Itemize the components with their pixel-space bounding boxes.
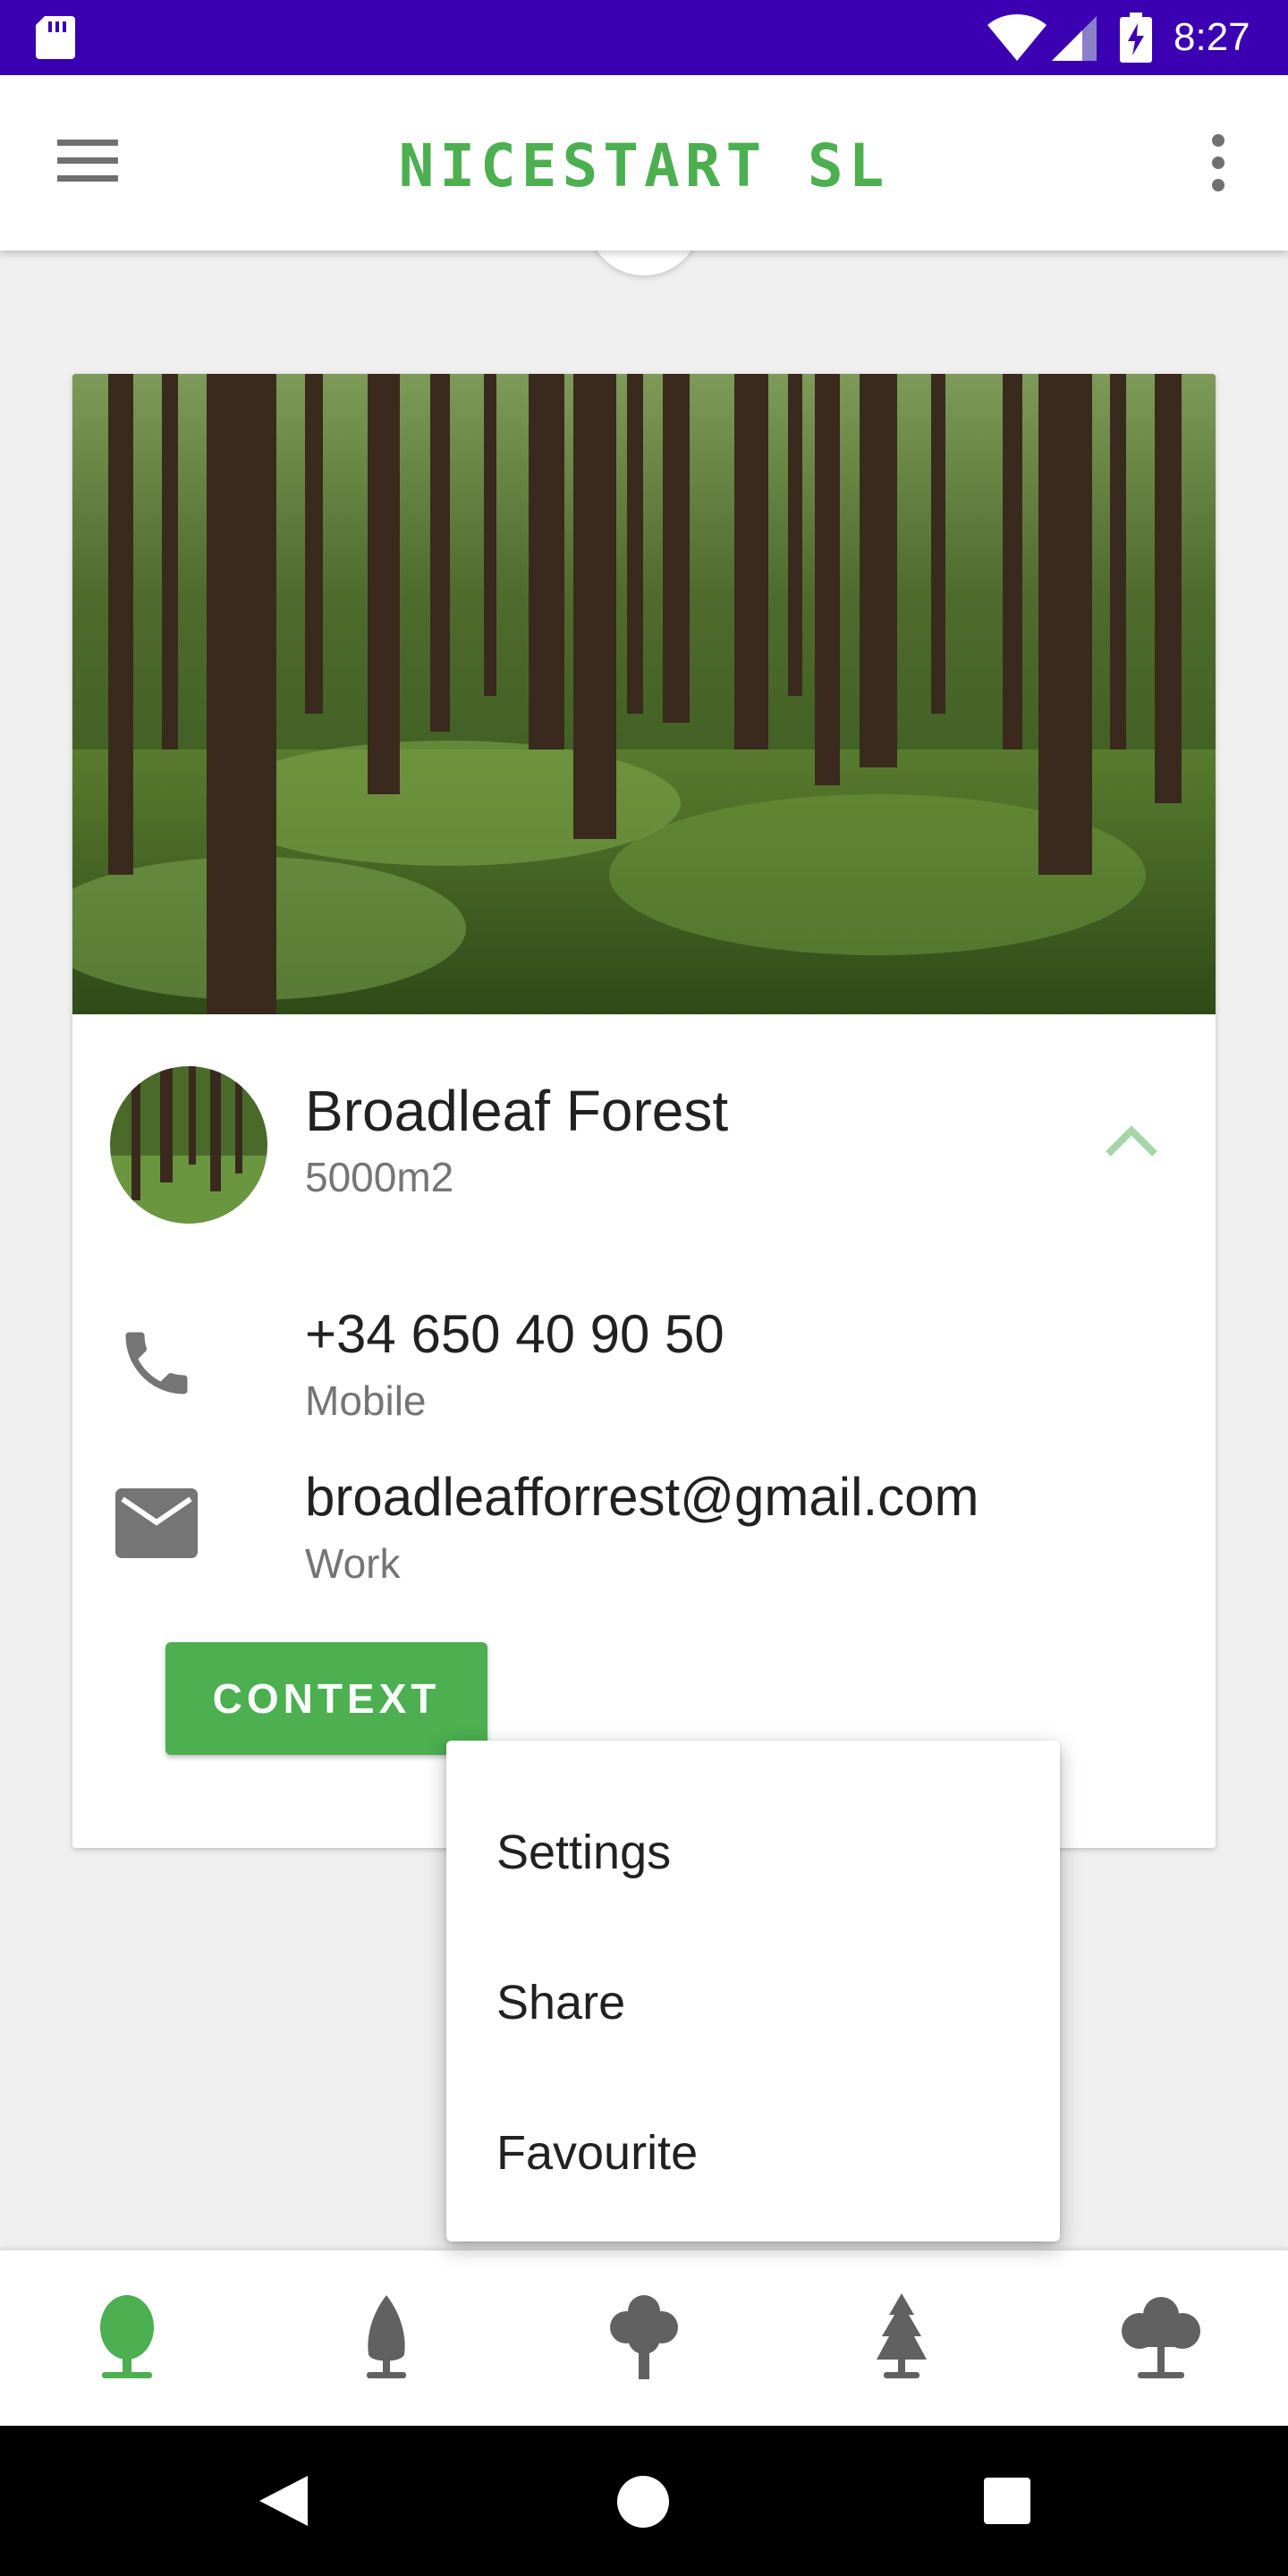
menu-item-settings[interactable]: Settings (496, 1821, 671, 1884)
menu-item-share[interactable]: Share (496, 1971, 625, 2034)
phone-type-label: Mobile (305, 1377, 427, 1424)
email-icon (115, 1488, 198, 1558)
chevron-up-icon[interactable] (1103, 1123, 1160, 1159)
context-button[interactable]: CONTEXT (165, 1642, 487, 1755)
context-popup-menu: Settings Share Favourite (446, 1741, 1060, 2241)
tree-oak-icon[interactable] (599, 2292, 689, 2381)
bottom-navigation (0, 2250, 1288, 2426)
forest-card: Broadleaf Forest 5000m2 +34 650 40 90 50… (72, 374, 1216, 1848)
overflow-menu-icon[interactable] (1206, 134, 1231, 193)
forest-avatar (110, 1066, 267, 1224)
email-address[interactable]: broadleafforrest@gmail.com (305, 1463, 979, 1531)
forest-photo (72, 374, 1216, 1014)
tree-poplar-icon[interactable] (342, 2292, 431, 2381)
card-title: Broadleaf Forest (305, 1079, 729, 1143)
cell-signal-icon (1052, 16, 1097, 61)
app-title: NICESTART SL (398, 131, 890, 200)
phone-icon (125, 1332, 188, 1394)
home-icon[interactable] (617, 2476, 669, 2528)
tree-broad-icon[interactable] (1116, 2292, 1206, 2381)
status-time: 8:27 (1174, 15, 1250, 59)
status-bar: 8:27 (0, 0, 1288, 75)
email-type-label: Work (305, 1540, 401, 1587)
tree-pine-icon[interactable] (857, 2292, 946, 2381)
app-bar: NICESTART SL (0, 75, 1288, 250)
battery-charging-icon (1120, 13, 1152, 63)
card-subtitle: 5000m2 (305, 1154, 454, 1200)
wifi-icon (987, 14, 1046, 61)
sd-card-icon (36, 16, 75, 59)
tree-round-icon[interactable] (82, 2292, 172, 2381)
forest-avatar-image (110, 1066, 267, 1224)
phone-number[interactable]: +34 650 40 90 50 (305, 1301, 724, 1368)
recents-icon[interactable] (984, 2478, 1030, 2524)
system-navigation-bar (0, 2426, 1288, 2576)
back-icon[interactable] (256, 2472, 311, 2529)
menu-item-favourite[interactable]: Favourite (496, 2122, 698, 2184)
